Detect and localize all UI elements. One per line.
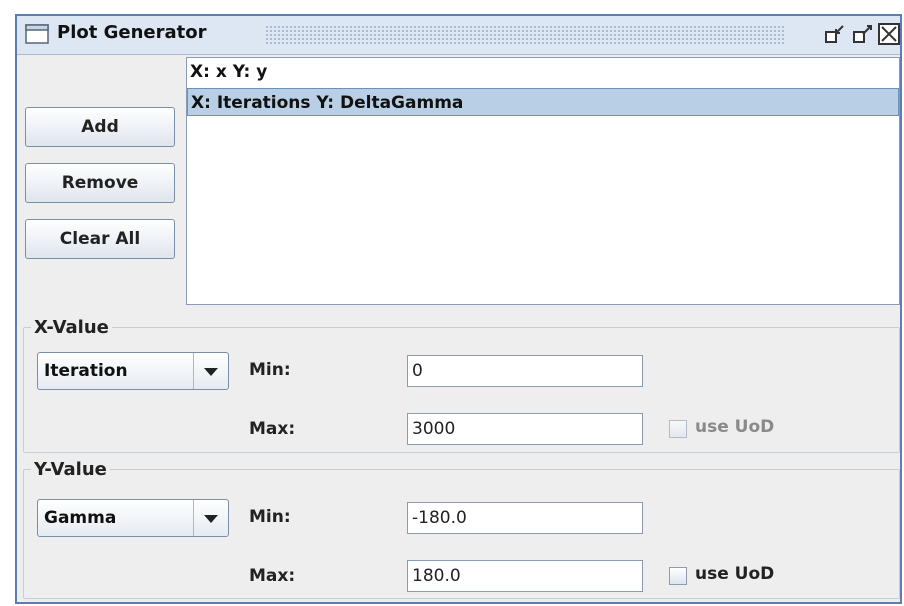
- y-value-select[interactable]: Gamma: [37, 499, 229, 537]
- window-content: Add Remove Clear All X: x Y: y X: Iterat…: [17, 55, 900, 602]
- y-min-label: Min:: [249, 507, 291, 527]
- list-item[interactable]: X: x Y: y: [187, 58, 899, 86]
- minimize-icon[interactable]: [823, 22, 847, 46]
- x-use-uod-label: use UoD: [695, 417, 775, 437]
- list-item-selected[interactable]: X: Iterations Y: DeltaGamma: [187, 88, 899, 116]
- title-bar-grip: [265, 25, 785, 45]
- add-button[interactable]: Add: [25, 107, 175, 147]
- remove-button[interactable]: Remove: [25, 163, 175, 203]
- maximize-icon[interactable]: [851, 22, 875, 46]
- y-min-field[interactable]: [407, 502, 643, 534]
- window-title: Plot Generator: [57, 22, 207, 43]
- y-max-field[interactable]: [407, 560, 643, 592]
- y-use-uod-label: use UoD: [695, 564, 775, 584]
- y-value-legend: Y-Value: [31, 459, 110, 480]
- y-max-label: Max:: [249, 566, 296, 586]
- title-bar[interactable]: Plot Generator: [17, 16, 900, 55]
- plot-generator-window: Plot Generator Add Remove Clear All X: x…: [15, 14, 902, 604]
- x-value-select[interactable]: Iteration: [37, 352, 229, 390]
- close-icon[interactable]: [877, 22, 901, 46]
- clear-all-button[interactable]: Clear All: [25, 219, 175, 259]
- x-min-field[interactable]: [407, 355, 643, 387]
- y-value-selected: Gamma: [44, 508, 117, 528]
- x-max-field[interactable]: [407, 413, 643, 445]
- window-icon: [25, 24, 49, 44]
- chevron-down-icon[interactable]: [193, 353, 228, 389]
- plot-list[interactable]: X: x Y: y X: Iterations Y: DeltaGamma: [186, 57, 900, 305]
- x-min-label: Min:: [249, 360, 291, 380]
- x-max-label: Max:: [249, 419, 296, 439]
- y-use-uod-checkbox[interactable]: [669, 567, 687, 585]
- x-value-legend: X-Value: [31, 317, 112, 338]
- x-use-uod-checkbox[interactable]: [669, 420, 687, 438]
- x-value-selected: Iteration: [44, 361, 128, 381]
- chevron-down-icon[interactable]: [193, 500, 228, 536]
